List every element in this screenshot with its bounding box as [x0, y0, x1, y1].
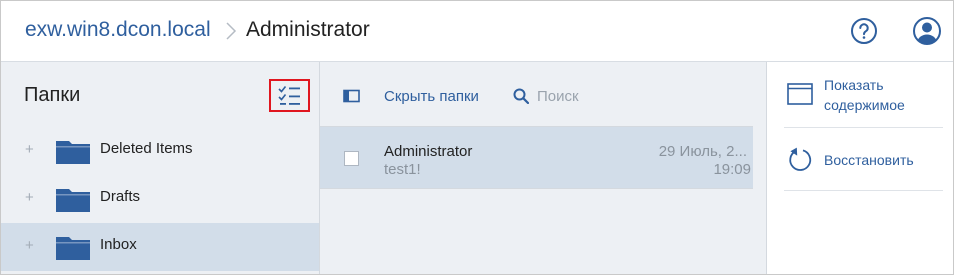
message-time: 19:09 [713, 161, 751, 178]
restore-action[interactable]: Восстановить [784, 128, 943, 191]
folder-item-deleted-items[interactable]: + Deleted Items [1, 127, 319, 175]
breadcrumb-current: Administrator [246, 18, 370, 41]
question-circle-icon[interactable] [850, 17, 878, 45]
expand-icon[interactable]: + [25, 141, 34, 158]
folder-label: Deleted Items [100, 140, 193, 157]
restore-icon [789, 147, 812, 171]
folder-label: Drafts [100, 188, 141, 205]
message-row[interactable]: Administrator test1! 29 Июль, 2... 19:09 [320, 126, 753, 189]
app-window: exw.win8.dcon.local Administrator Папки [0, 0, 954, 275]
folders-title: Папки [24, 84, 81, 106]
search-icon [513, 88, 529, 104]
expand-icon[interactable]: + [25, 189, 34, 206]
folder-item-drafts[interactable]: + Drafts [1, 175, 319, 223]
show-content-label-line1: Показать [824, 77, 884, 93]
expand-icon[interactable]: + [25, 237, 34, 254]
message-sender: Administrator [384, 143, 473, 160]
sidebar-panel-icon [343, 89, 360, 103]
select-folders-button[interactable] [269, 79, 310, 112]
folder-icon [56, 189, 90, 212]
restore-label: Восстановить [824, 152, 914, 168]
message-date: 29 Июль, 2... [658, 143, 747, 160]
search-placeholder: Поиск [537, 87, 579, 105]
folder-icon [56, 141, 90, 164]
message-subject: test1! [384, 161, 421, 178]
chevron-right-icon [226, 22, 237, 40]
breadcrumb-host-link[interactable]: exw.win8.dcon.local [25, 18, 211, 42]
user-avatar-icon[interactable] [912, 16, 942, 46]
hide-folders-button[interactable]: Скрыть папки [343, 85, 479, 107]
message-checkbox[interactable] [344, 151, 359, 166]
show-content-action[interactable]: Показать содержимое [784, 62, 943, 128]
message-list-pane: Скрыть папки Поиск Administrator test1! … [320, 62, 767, 274]
folder-icon [56, 237, 90, 260]
folders-pane: Папки + Deleted Items + Drafts + Inbox [1, 62, 320, 274]
window-icon [787, 83, 813, 105]
folder-item-inbox[interactable]: + Inbox [1, 223, 319, 271]
hide-folders-label: Скрыть папки [384, 87, 479, 105]
actions-pane: Показать содержимое Восстановить [768, 62, 953, 274]
show-content-label-line2: содержимое [824, 97, 905, 113]
search-input[interactable]: Поиск [513, 85, 579, 107]
folder-label: Inbox [100, 236, 137, 253]
top-bar: exw.win8.dcon.local Administrator [1, 1, 953, 62]
checklist-icon [278, 86, 300, 105]
